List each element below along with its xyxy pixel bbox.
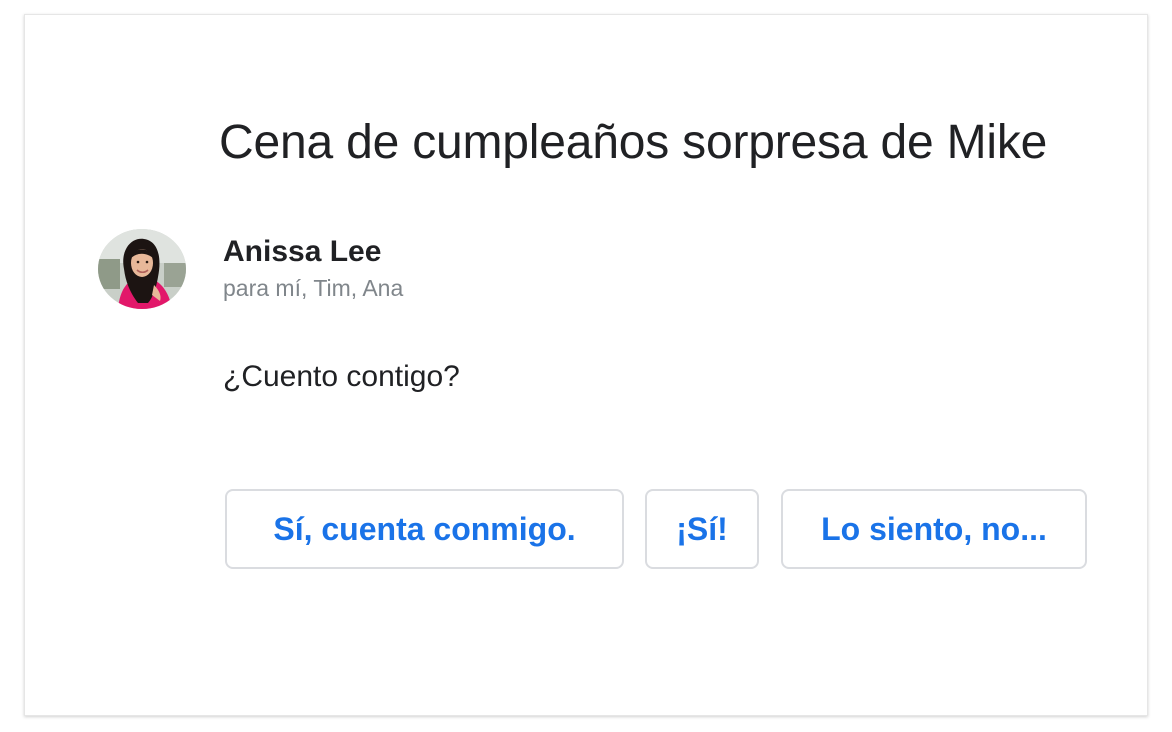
smart-reply-yes-count-me-button[interactable]: Sí, cuenta conmigo. (225, 489, 624, 569)
smart-reply-yes-button[interactable]: ¡Sí! (645, 489, 759, 569)
email-subject: Cena de cumpleaños sorpresa de Mike (219, 116, 1048, 169)
sender-avatar[interactable] (98, 229, 186, 309)
avatar-photo-icon (98, 229, 186, 309)
sender-name[interactable]: Anissa Lee (223, 235, 381, 269)
smart-reply-sorry-no-button[interactable]: Lo siento, no... (781, 489, 1087, 569)
email-body: ¿Cuento contigo? (223, 360, 460, 393)
email-card: Cena de cumpleaños sorpresa de Mike Anis… (24, 14, 1148, 716)
recipients[interactable]: para mí, Tim, Ana (223, 275, 403, 302)
